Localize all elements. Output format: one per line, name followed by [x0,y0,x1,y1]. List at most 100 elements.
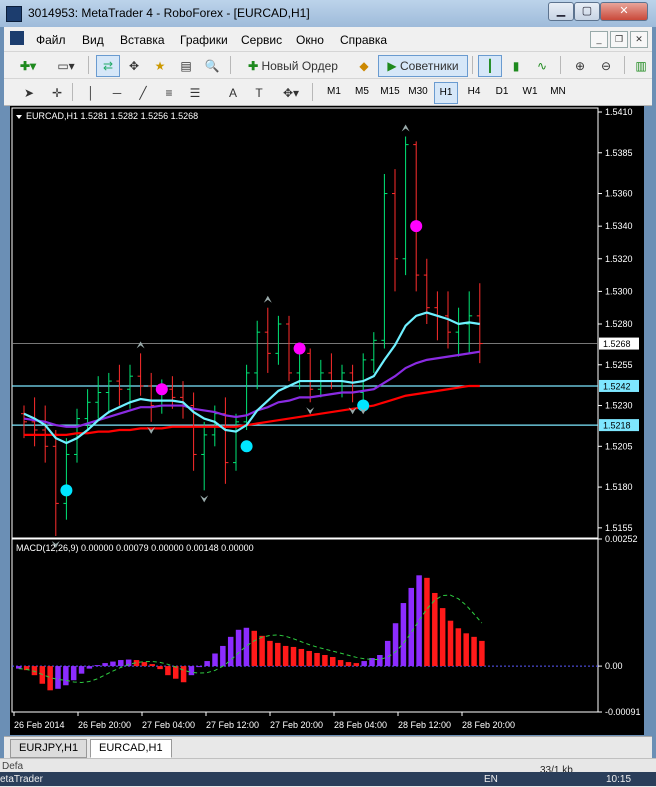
time-label: 28 Feb 12:00 [398,720,451,730]
maximize-button[interactable]: ▢ [574,2,600,21]
tf-d1[interactable]: D1 [490,82,514,102]
chart-menu-icon [16,115,22,119]
vertical-line-icon[interactable]: │ [80,82,102,104]
menu-file[interactable]: Файл [36,33,66,47]
tf-w1[interactable]: W1 [518,82,542,102]
new-order-icon: ✚ [248,59,259,73]
current-price-label: 1.5268 [603,339,631,349]
market-watch-icon[interactable]: ⇄ [96,55,120,77]
profiles-icon[interactable]: ▭▾ [48,55,84,77]
mdi-close-button[interactable]: ✕ [630,31,648,48]
text-label-icon[interactable]: T [248,82,270,104]
macd-bar [63,666,69,686]
macd-bar [400,603,407,667]
fractal-up-icon [136,341,145,349]
strategy-tester-icon[interactable]: 🔍 [200,55,224,77]
zoom-out-icon[interactable]: ⊖ [594,55,618,77]
macd-bar [110,661,116,667]
macd-bar [298,648,305,667]
macd-bar [322,655,328,667]
macd-bar [141,662,148,667]
macd-bar [306,650,312,667]
time-label: 27 Feb 04:00 [142,720,195,730]
time-label: 28 Feb 20:00 [462,720,515,730]
tf-mn[interactable]: MN [546,82,570,102]
terminal-icon[interactable]: ▤ [174,55,198,77]
time-label: 28 Feb 04:00 [334,720,387,730]
menu-insert[interactable]: Вставка [120,33,165,47]
menu-view[interactable]: Вид [82,33,104,47]
tf-m30[interactable]: M30 [406,82,430,102]
close-button[interactable]: ✕ [600,2,648,21]
macd-bar [479,640,485,667]
crosshair-icon[interactable]: ✛ [46,82,68,104]
macd-bar [180,666,187,683]
tile-windows-icon[interactable]: ▥ [630,55,652,77]
macd-bar [94,665,100,667]
macd-bar [196,666,203,668]
menu-charts[interactable]: Графики [180,33,228,47]
candlestick-icon[interactable]: ▮ [504,55,528,77]
tf-h4[interactable]: H4 [462,82,486,102]
expert-advisors-button[interactable]: ▶ Советники [378,55,468,77]
tf-m1[interactable]: M1 [322,82,346,102]
macd-bar [243,627,250,667]
ma-slow-line [24,384,480,436]
line-chart-icon[interactable]: ∿ [530,55,554,77]
tf-m15[interactable]: M15 [378,82,402,102]
macd-tick-label: -0.00091 [605,707,641,717]
macd-bar [463,633,469,667]
new-chart-icon[interactable]: ✚▾ [10,55,46,77]
trendline-icon[interactable]: ╱ [132,82,154,104]
tf-h1[interactable]: H1 [434,82,458,104]
time-label: 26 Feb 2014 [14,720,65,730]
tab-eurcad[interactable]: EURCAD,H1 [90,739,172,758]
macd-bar [424,577,430,667]
price-tick-label: 1.5230 [605,401,633,411]
text-icon[interactable]: A [222,82,244,104]
menu-help[interactable]: Справка [340,33,387,47]
macd-bar [392,623,399,667]
tab-eurjpy[interactable]: EURJPY,H1 [10,739,88,758]
macd-bar [282,645,289,667]
taskbar-app-button[interactable]: etaTrader [0,774,43,785]
chart-canvas[interactable]: 1.5410 1.5385 1.5360 1.5340 1.5320 1.5300 1.52… [10,106,644,735]
cursor-icon[interactable]: ➤ [18,82,40,104]
bar-chart-icon[interactable]: ┃ [478,55,502,77]
channel-icon[interactable]: ≡ [158,82,180,104]
price-tick-label: 1.5255 [605,360,633,370]
macd-bar [439,608,446,667]
fractal-down-icon [306,407,315,415]
time-label: 27 Feb 12:00 [206,720,259,730]
macd-bar [47,666,53,691]
fibonacci-icon[interactable]: ☰ [184,82,206,104]
zoom-in-icon[interactable]: ⊕ [568,55,592,77]
toolbar-separator [312,83,313,101]
data-window-icon[interactable]: ✥ [122,55,146,77]
mdi-minimize-button[interactable]: _ [590,31,608,48]
tf-m5[interactable]: M5 [350,82,374,102]
menu-window[interactable]: Окно [296,33,324,47]
macd-bar [212,653,218,667]
chart-window[interactable]: 1.5410 1.5385 1.5360 1.5340 1.5320 1.5300 1.52… [10,106,644,735]
arrows-icon[interactable]: ✥▾ [276,82,306,104]
macd-bar [188,666,195,676]
mdi-restore-button[interactable]: ❐ [610,31,628,48]
horizontal-line-icon[interactable]: ─ [106,82,128,104]
fractal-up-icon [263,295,272,303]
new-order-button[interactable]: ✚ Новый Ордер [236,55,350,77]
toolbar-separator [88,56,89,74]
metaeditor-icon[interactable]: ◆ [352,55,376,77]
language-indicator[interactable]: EN [484,774,498,785]
minimize-button[interactable]: ▁ [548,2,574,21]
price-pane-border [11,107,599,539]
macd-bar [102,663,108,667]
macd-bar [86,666,93,669]
macd-bar [204,661,210,667]
macd-bar [220,645,226,667]
clock: 10:15 [606,774,632,785]
navigator-icon[interactable]: ★ [148,55,172,77]
menu-tools[interactable]: Сервис [241,33,282,47]
status-profile: Defa [2,761,24,772]
price-tick-label: 1.5320 [605,254,633,264]
